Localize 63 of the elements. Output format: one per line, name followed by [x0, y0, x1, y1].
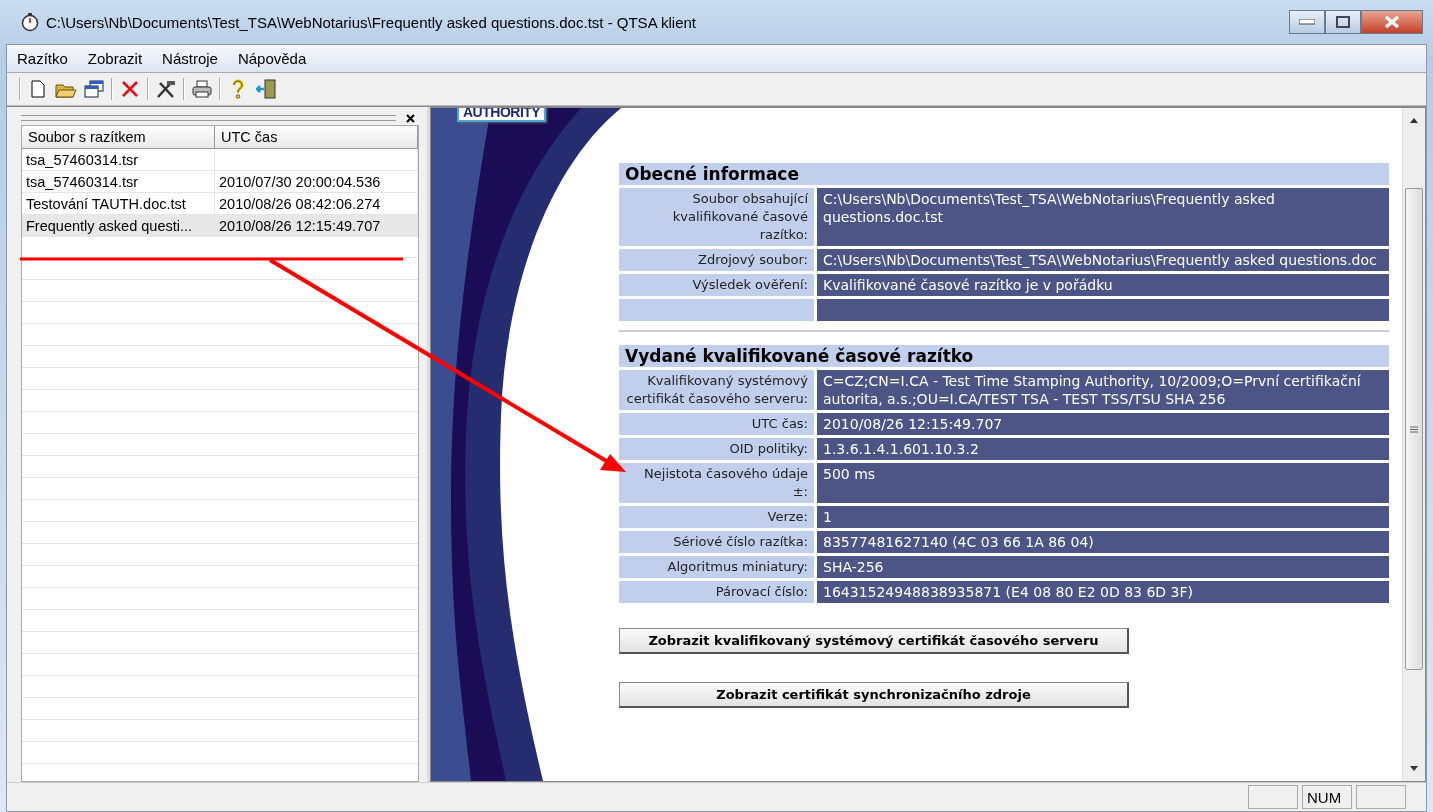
column-header[interactable]: Soubor s razítkem [22, 126, 215, 148]
field-value: 1.3.6.1.4.1.601.10.3.2 [817, 438, 1389, 460]
field-label: Algoritmus miniatury: [619, 556, 817, 578]
menu-item[interactable]: Nástroje [162, 50, 218, 67]
minimize-icon [1299, 19, 1315, 25]
field-value: 83577481627140 (4C 03 66 1A 86 04) [817, 531, 1389, 553]
field-value: Kvalifikované časové razítko je v pořádku [817, 274, 1389, 296]
field-label: Nejistota časového údaje ±: [619, 463, 817, 503]
file-name-cell: tsa_57460314.tsr [22, 149, 215, 170]
file-name-cell: tsa_57460314.tsr [22, 171, 215, 192]
file-row[interactable]: Testování TAUTH.doc.tst 2010/08/26 08:42:06.274 [22, 193, 418, 215]
file-name-cell: Testování TAUTH.doc.tst [22, 193, 215, 214]
grip-icon [1410, 425, 1418, 433]
close-button[interactable] [1361, 10, 1423, 34]
file-row[interactable]: tsa_57460314.tsr [22, 149, 418, 171]
field-value: C:\Users\Nb\Documents\Test_TSA\WebNotarius\Frequently asked questions.doc.tst [817, 188, 1389, 246]
file-row[interactable]: tsa_57460314.tsr 2010/07/30 20:00:04.536 [22, 171, 418, 193]
file-name-cell: Frequently asked questi... [22, 215, 215, 236]
status-pane [1248, 785, 1298, 809]
status-pane [1356, 785, 1406, 809]
field-value: 1 [817, 506, 1389, 528]
field-label: OID politiky: [619, 438, 817, 460]
utc-time-cell: 2010/08/26 08:42:06.274 [215, 193, 418, 214]
field-value: 2010/08/26 12:15:49.707 [817, 413, 1389, 435]
field-label: Výsledek ověření: [619, 274, 817, 296]
field-label: Soubor obsahující kvalifikované časové razítko: [619, 188, 817, 246]
status-indicator: NUM [1302, 785, 1352, 809]
field-value: SHA-256 [817, 556, 1389, 578]
field-label: UTC čas: [619, 413, 817, 435]
scroll-up-icon[interactable] [1409, 116, 1419, 124]
utc-time-cell: 2010/07/30 20:00:04.536 [215, 171, 418, 192]
utc-time-cell: 2010/08/26 12:15:49.707 [215, 215, 418, 236]
minimize-button[interactable] [1289, 10, 1325, 34]
menu-item[interactable]: Zobrazit [87, 50, 143, 67]
exit-door-icon[interactable] [255, 78, 277, 100]
windows-icon[interactable] [83, 78, 105, 100]
scroll-down-icon[interactable] [1409, 765, 1419, 773]
scroll-thumb[interactable] [1405, 188, 1423, 670]
show-certificate-button[interactable]: Zobrazit kvalifikovaný systémový certifikát časového serveru [619, 628, 1129, 654]
maximize-button[interactable] [1325, 10, 1361, 34]
field-label: Verze: [619, 506, 817, 528]
field-value: C:\Users\Nb\Documents\Test_TSA\WebNotarius\Frequently asked questions.doc [817, 249, 1389, 271]
field-label: Zdrojový soubor: [619, 249, 817, 271]
field-label: Párovací číslo: [619, 581, 817, 603]
field-value: 16431524948838935871 (E4 08 80 E2 0D 83 6D 3F) [817, 581, 1389, 603]
field-value: C=CZ;CN=I.CA - Test Time Stamping Authority, 10/2009;O=První certifikační autorita, a.s.;OU=I.CA/TEST TSA - TEST TSS/TSU SHA 256 [817, 370, 1389, 410]
section-heading: Vydané kvalifikované časové razítko [619, 345, 1389, 367]
stopwatch-icon [20, 12, 40, 32]
menu-item[interactable]: Nápověda [237, 50, 307, 67]
menu-item[interactable]: Razítko [17, 50, 68, 67]
field-label: Sériové číslo razítka: [619, 531, 817, 553]
authority-logo: AUTHORITY [457, 108, 547, 122]
window-title: C:\Users\Nb\Documents\Test_TSA\WebNotarius\Frequently asked questions.doc.tst - QTSA klient [46, 13, 697, 31]
close-icon [1383, 15, 1401, 29]
file-row[interactable]: Frequently asked questi... 2010/08/26 12:15:49.707 [22, 215, 418, 237]
field-label: Kvalifikovaný systémový certifikát časového serveru: [619, 370, 817, 410]
show-certificate-button[interactable]: Zobrazit certifikát synchronizačního zdroje [619, 682, 1129, 708]
tools-icon[interactable] [155, 78, 177, 100]
column-header[interactable]: UTC čas [215, 126, 418, 148]
maximize-icon [1336, 16, 1350, 28]
print-icon[interactable] [191, 78, 213, 100]
section-heading: Obecné informace [619, 163, 1389, 185]
field-value: 500 ms [817, 463, 1389, 503]
